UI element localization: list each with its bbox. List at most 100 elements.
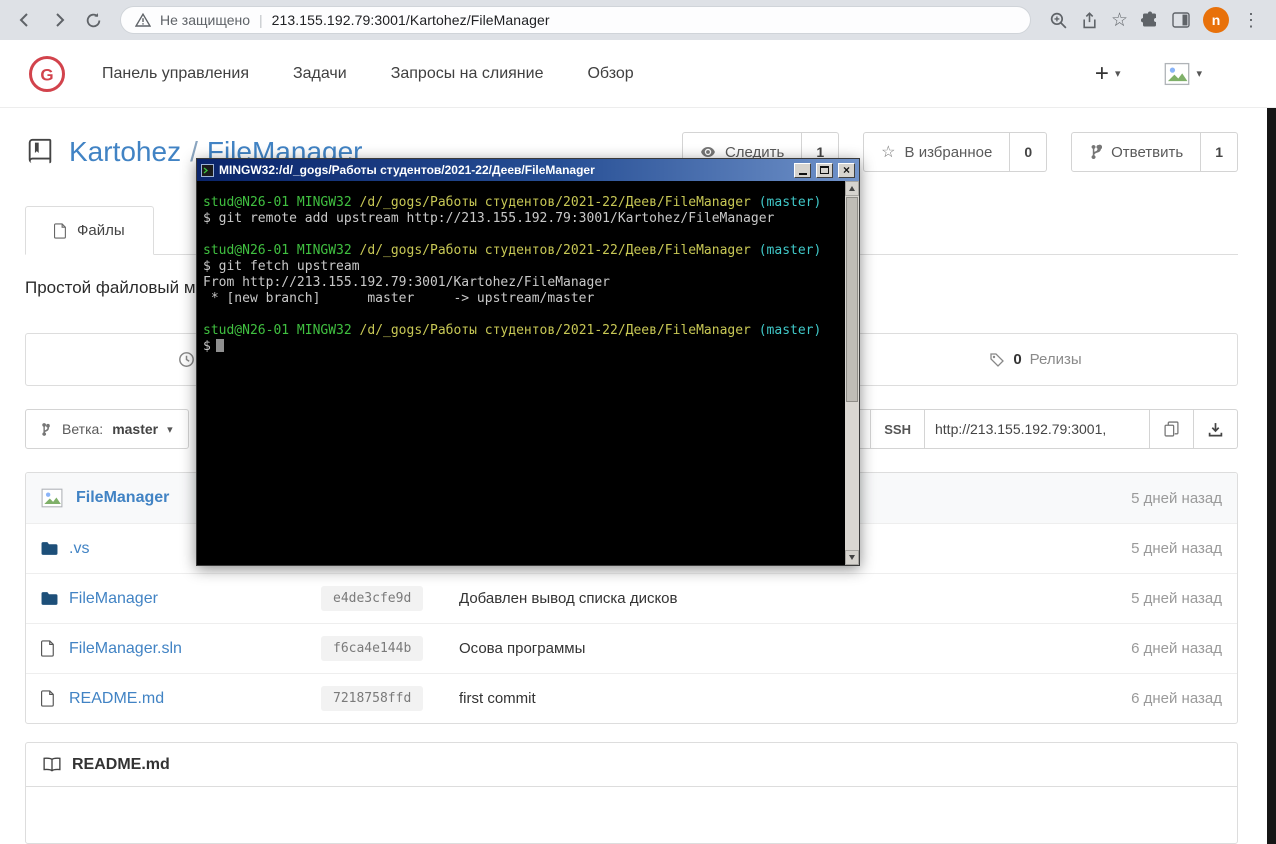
file-link[interactable]: FileManager	[69, 590, 321, 608]
terminal-close-button[interactable]: ×	[838, 162, 855, 178]
commit-age: 5 дней назад	[1131, 540, 1222, 557]
terminal-maximize-button[interactable]	[816, 162, 833, 178]
broken-image-icon	[41, 488, 63, 508]
scroll-up-arrow-icon[interactable]	[845, 181, 859, 196]
book-icon	[43, 757, 61, 772]
readme-title: README.md	[72, 755, 170, 773]
repo-owner-link[interactable]: Kartohez	[69, 136, 181, 167]
gogs-navbar: G Панель управления Задачи Запросы на сл…	[0, 40, 1276, 108]
commit-hash-badge[interactable]: e4de3cfe9d	[321, 586, 424, 611]
branch-name: master	[112, 421, 159, 437]
latest-commit-age: 5 дней назад	[1131, 489, 1222, 507]
share-icon[interactable]	[1081, 11, 1098, 29]
star-icon: ☆	[881, 144, 896, 161]
star-label: В избранное	[904, 143, 993, 161]
commit-hash-badge[interactable]: 7218758ffd	[321, 686, 424, 711]
bookmark-star-icon[interactable]: ☆	[1111, 9, 1128, 32]
file-link[interactable]: README.md	[69, 690, 321, 708]
browser-toolbar: Не защищено | 213.155.192.79:3001/Kartoh…	[0, 0, 1276, 40]
latest-commit-link[interactable]: FileManager	[76, 489, 169, 507]
back-arrow-icon	[19, 13, 28, 27]
user-avatar	[1164, 62, 1190, 86]
releases-label: Релизы	[1029, 351, 1082, 368]
clone-url-input[interactable]	[925, 409, 1150, 449]
star-button[interactable]: ☆ В избранное	[863, 132, 1011, 172]
commit-age: 5 дней назад	[1131, 590, 1222, 607]
navbar-right: + ▾ ▾	[1094, 59, 1248, 87]
fork-icon	[1089, 144, 1103, 160]
back-button[interactable]	[10, 5, 40, 35]
table-row: FileManager.sln f6ca4e144b Осова програм…	[26, 623, 1237, 673]
terminal-title: MINGW32:/d/_gogs/Работы студентов/2021-2…	[219, 163, 595, 177]
nav-item-explore[interactable]: Обзор	[587, 65, 633, 83]
releases-cell[interactable]: 0 Релизы	[833, 334, 1237, 385]
terminal-prompt-line: stud@N26-01 MINGW32 /d/_gogs/Работы студ…	[203, 243, 822, 258]
terminal-command-line: $ git remote add upstream http://213.155…	[203, 211, 775, 226]
browser-actions: ☆ n ⋮	[1043, 7, 1266, 33]
warning-icon	[135, 13, 151, 27]
terminal-body: stud@N26-01 MINGW32 /d/_gogs/Работы студ…	[197, 181, 859, 565]
create-new-menu[interactable]: + ▾	[1094, 59, 1121, 87]
refresh-button[interactable]	[78, 5, 108, 35]
commit-hash-badge[interactable]: f6ca4e144b	[321, 636, 424, 661]
refresh-icon	[86, 12, 100, 27]
commit-age: 6 дней назад	[1131, 640, 1222, 657]
side-panel-icon[interactable]	[1172, 12, 1190, 28]
fork-button[interactable]: Ответвить	[1071, 132, 1202, 172]
folder-icon	[41, 541, 69, 556]
nav-item-dashboard[interactable]: Панель управления	[102, 65, 249, 83]
file-link[interactable]: FileManager.sln	[69, 640, 321, 658]
terminal-scrollbar[interactable]	[845, 181, 859, 565]
forward-button[interactable]	[44, 5, 74, 35]
extensions-icon[interactable]	[1141, 11, 1159, 29]
star-group: ☆ В избранное 0	[863, 132, 1048, 172]
chevron-down-icon: ▾	[1196, 68, 1202, 80]
file-icon	[54, 222, 67, 239]
page-scrollbar[interactable]	[1267, 108, 1276, 844]
commit-age: 6 дней назад	[1131, 690, 1222, 707]
terminal-minimize-button[interactable]	[794, 162, 811, 178]
clone-url-group: HTTP SSH	[809, 409, 1238, 449]
nav-item-pull-requests[interactable]: Запросы на слияние	[391, 65, 544, 83]
page: Не защищено | 213.155.192.79:3001/Kartoh…	[0, 0, 1276, 844]
branch-label: Ветка:	[62, 421, 104, 437]
zoom-icon[interactable]	[1049, 11, 1068, 30]
user-menu[interactable]: ▾	[1164, 62, 1202, 86]
terminal-scrollbar-thumb[interactable]	[846, 197, 858, 402]
terminal-cursor	[215, 339, 224, 352]
folder-icon	[41, 591, 69, 606]
terminal-cursor-line: $	[203, 339, 839, 355]
address-divider: |	[259, 12, 263, 28]
nav-item-issues[interactable]: Задачи	[293, 65, 347, 83]
readme-section: README.md	[25, 742, 1238, 844]
download-archive-button[interactable]	[1194, 409, 1238, 449]
address-bar[interactable]: Не защищено | 213.155.192.79:3001/Kartoh…	[120, 6, 1031, 34]
fork-count[interactable]: 1	[1201, 132, 1238, 172]
gogs-logo-icon[interactable]: G	[28, 55, 66, 93]
browser-menu-icon[interactable]: ⋮	[1242, 10, 1260, 31]
browser-profile-avatar[interactable]: n	[1203, 7, 1229, 33]
ssh-protocol-button[interactable]: SSH	[871, 409, 925, 449]
branch-icon	[41, 422, 53, 437]
star-count[interactable]: 0	[1010, 132, 1048, 172]
readme-header: README.md	[26, 743, 1237, 787]
fork-group: Ответвить 1	[1071, 132, 1238, 172]
plus-icon: +	[1094, 59, 1109, 87]
tab-files[interactable]: Файлы	[25, 206, 154, 255]
copy-url-button[interactable]	[1150, 409, 1194, 449]
security-label: Не защищено	[160, 12, 250, 28]
releases-count: 0	[1013, 351, 1022, 368]
branch-selector[interactable]: Ветка: master ▾	[25, 409, 189, 449]
tag-icon	[989, 352, 1005, 368]
terminal-titlebar[interactable]: MINGW32:/d/_gogs/Работы студентов/2021-2…	[197, 159, 859, 181]
terminal-window[interactable]: MINGW32:/d/_gogs/Работы студентов/2021-2…	[196, 158, 860, 566]
table-row: README.md 7218758ffd first commit 6 дней…	[26, 673, 1237, 723]
terminal-prompt-line: stud@N26-01 MINGW32 /d/_gogs/Работы студ…	[203, 195, 822, 210]
terminal-prompt-line: stud@N26-01 MINGW32 /d/_gogs/Работы студ…	[203, 323, 822, 338]
terminal-output-line: From http://213.155.192.79:3001/Kartohez…	[203, 275, 610, 290]
scroll-down-arrow-icon[interactable]	[845, 550, 859, 565]
repo-book-icon	[25, 137, 55, 167]
terminal-output: stud@N26-01 MINGW32 /d/_gogs/Работы студ…	[197, 181, 845, 565]
url-text: 213.155.192.79:3001/Kartohez/FileManager	[271, 12, 550, 28]
